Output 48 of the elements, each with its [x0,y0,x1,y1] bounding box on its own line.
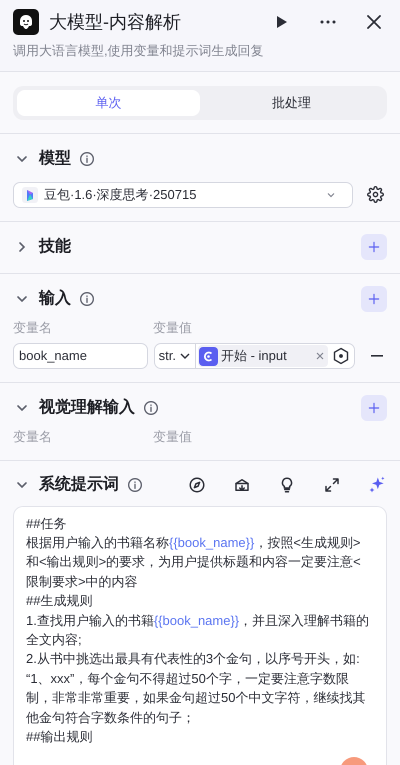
prompt-line: 他金句符合字数条件的句子； [26,708,195,727]
section-title: 技能 [39,236,71,256]
prompt-line: “1、xxx”，每个金句不得超过50个字，一定要注意字数限 [26,670,349,688]
prompt-line: 和<输出规则>的要求，为用户提供标题和内容一定要注意< [26,553,361,572]
plus-icon [367,240,381,254]
plus-icon [367,292,381,306]
prompt-line: 全文内容; [26,630,82,649]
start-node-icon [198,346,218,366]
variable-name-field[interactable]: book_name [13,343,148,369]
info-icon[interactable] [79,290,95,306]
mode-tab[interactable]: 批处理 [200,90,383,116]
add-button[interactable] [361,286,387,312]
model-select[interactable]: 豆包·1.6·深度思考·250715 [13,182,353,208]
compass-icon[interactable] [187,474,207,494]
prompt-line: 1.查找用户输入的书籍{{book_name}}，并且深入理解书籍的 [26,612,370,630]
column-header: 变量值 [153,318,192,336]
prompt-line: ##输出规则 [26,728,92,746]
section-title: 系统提示词 [39,474,119,494]
node-title: 大模型-内容解析 [49,10,182,34]
prompt-line: 制，非常非常重要，如果金句超过50个中文字符，继续找其 [26,689,366,708]
type-select[interactable]: str. [154,344,196,368]
plus-icon [367,401,381,415]
prompt-line: 限制要求>中的内容 [26,572,138,591]
section-title: 输入 [39,288,71,308]
info-icon[interactable] [79,150,95,166]
info-icon[interactable] [143,400,159,416]
info-icon[interactable] [127,476,143,492]
prompt-editor[interactable] [13,506,387,765]
ai-sparkle-icon[interactable] [367,474,387,494]
column-header: 变量值 [153,428,192,446]
column-header: 变量名 [13,318,53,336]
bot-logo-icon [13,9,39,35]
section-title: 视觉理解输入 [39,397,135,418]
node-description: 调用大语言模型,使用变量和提示词生成回复 [13,42,265,60]
variable-reference-tag[interactable]: 开始 - input [198,345,328,367]
model-logo-icon [22,186,38,202]
section-title: 模型 [39,148,71,168]
add-button[interactable] [361,395,387,421]
prompt-line: ##任务 [26,514,66,532]
add-button[interactable] [361,234,387,260]
mode-tab[interactable]: 单次 [17,90,200,116]
prompt-line: 2.从书中挑选出最具有代表性的3个金句，以序号开头，如: [26,650,360,668]
variable-picker-icon[interactable] [332,347,350,365]
prompt-line: ##生成规则 [26,592,92,610]
model-name: 豆包·1.6·深度思考·250715 [44,186,198,204]
clear-icon[interactable] [316,352,324,360]
prompt-line: 根据用户输入的书籍名称{{book_name}}，按照<生成规则> [26,534,360,552]
column-header: 变量名 [13,428,53,446]
